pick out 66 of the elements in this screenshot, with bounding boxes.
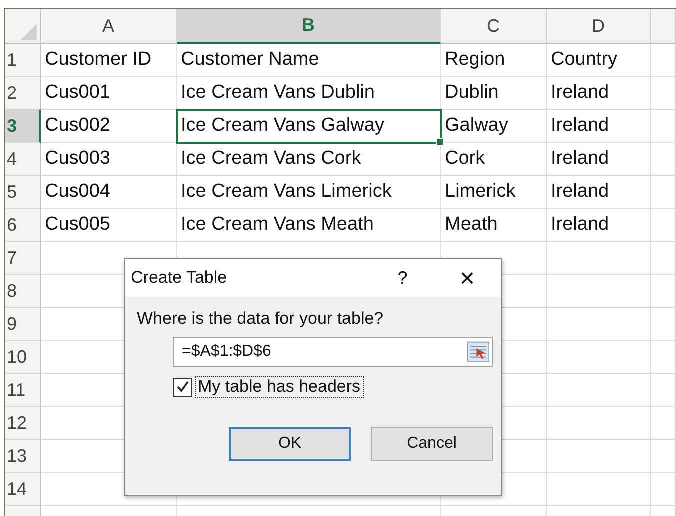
table-cell: [651, 275, 676, 308]
table-cell: Region: [441, 44, 547, 77]
table-cell: Limerick: [441, 176, 547, 209]
row-header[interactable]: 4: [5, 143, 41, 176]
table-cell: Cus001: [41, 77, 177, 110]
table-cell: Cus005: [41, 209, 177, 242]
row-header[interactable]: 6: [5, 209, 41, 242]
dialog-button[interactable]: Cancel: [371, 427, 493, 461]
table-cell: [651, 176, 676, 209]
column-header[interactable]: D: [547, 9, 651, 44]
row-header[interactable]: 7: [5, 242, 41, 275]
row-header[interactable]: 14: [5, 473, 41, 506]
table-cell: [651, 143, 676, 176]
table-cell: Ice Cream Vans Galway: [177, 110, 441, 143]
table-cell: Ireland: [547, 143, 651, 176]
range-prompt: Where is the data for your table?: [137, 309, 385, 329]
table-cell: Ice Cream Vans Limerick: [177, 176, 441, 209]
table-cell: Customer Name: [177, 44, 441, 77]
dialog-title: Create Table: [131, 268, 228, 288]
row-header[interactable]: 12: [5, 407, 41, 440]
table-cell: [651, 440, 676, 473]
table-cell: Ice Cream Vans Meath: [177, 209, 441, 242]
table-cell: Ireland: [547, 209, 651, 242]
table-cell: Ireland: [547, 176, 651, 209]
table-cell: Ireland: [547, 77, 651, 110]
table-cell: [651, 308, 676, 341]
table-cell: [651, 209, 676, 242]
row-header[interactable]: 9: [5, 308, 41, 341]
help-button[interactable]: ?: [398, 268, 408, 288]
table-cell: Cork: [441, 143, 547, 176]
table-cell: Customer ID: [41, 44, 177, 77]
table-cell: Cus004: [41, 176, 177, 209]
table-cell: [651, 110, 676, 143]
column-header[interactable]: C: [441, 9, 547, 44]
table-cell: [651, 77, 676, 110]
table-cell: [651, 44, 676, 77]
table-cell: Meath: [441, 209, 547, 242]
row-header[interactable]: 11: [5, 374, 41, 407]
table-cell: Country: [547, 44, 651, 77]
dialog-button[interactable]: OK: [229, 427, 351, 461]
row-header[interactable]: 1: [5, 44, 41, 77]
column-header[interactable]: A: [41, 9, 177, 44]
row-header[interactable]: 10: [5, 341, 41, 374]
row-header[interactable]: 8: [5, 275, 41, 308]
table-cell: [651, 374, 676, 407]
row-header[interactable]: 13: [5, 440, 41, 473]
table-cell: Ice Cream Vans Dublin: [177, 77, 441, 110]
table-cell: Ireland: [547, 110, 651, 143]
table-cell: [651, 242, 676, 275]
checkbox-label[interactable]: My table has headers: [196, 377, 363, 397]
table-cell: [651, 341, 676, 374]
table-cell: [651, 407, 676, 440]
select-all-icon[interactable]: [21, 24, 37, 40]
column-header[interactable]: B: [177, 9, 441, 44]
table-cell: Cus002: [41, 110, 177, 143]
row-header[interactable]: 3: [5, 110, 41, 143]
table-cell: [651, 473, 676, 506]
table-cell: Cus003: [41, 143, 177, 176]
row-header[interactable]: 5: [5, 176, 41, 209]
table-cell: Galway: [441, 110, 547, 143]
column-header[interactable]: [651, 9, 676, 44]
headers-checkbox[interactable]: [173, 378, 192, 396]
row-header[interactable]: 2: [5, 77, 41, 110]
table-cell: Dublin: [441, 77, 547, 110]
table-cell: Ice Cream Vans Cork: [177, 143, 441, 176]
close-button[interactable]: ×: [460, 265, 475, 291]
